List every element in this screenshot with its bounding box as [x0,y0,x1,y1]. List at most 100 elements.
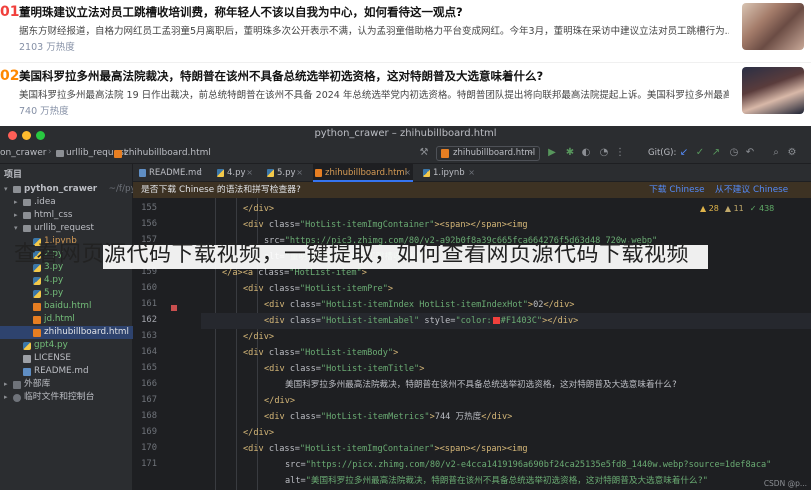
breadcrumb-project[interactable]: on_crawer [0,148,46,158]
tab-4-py[interactable]: 4.py × [215,164,255,182]
tree-item-label: html_css [34,210,73,220]
profile-icon[interactable]: ◔ [598,147,610,159]
project-panel-title[interactable]: 项目 [4,167,22,180]
code-token: 02 [533,300,544,310]
run-icon[interactable]: ▶ [546,147,558,159]
never-suggest-link[interactable]: 从不建议 Chinese [715,182,788,198]
tree-item[interactable]: ▸ .idea [0,196,133,209]
markdown-file-icon [23,368,31,376]
hot-list-item[interactable]: 02 美国科罗拉多州最高法院裁决，特朗普在该州不具备总统选举初选资格，这对特朗普… [0,64,811,126]
code-token: class= [289,364,321,374]
tree-item[interactable]: README.md [0,365,133,378]
chevron-down-icon[interactable]: ▾ [4,183,8,196]
library-icon [13,381,21,389]
git-push-icon[interactable]: ↗ [710,147,722,159]
tree-item[interactable]: LICENSE [0,352,133,365]
weak-warning-count: ▲ 11 [724,204,744,213]
html-file-icon [315,169,322,177]
code-token: </div> [243,332,275,342]
tree-item[interactable]: gpt4.py [0,339,133,352]
hot-list-item[interactable]: 01 董明珠建议立法对员工跳槽收培训费，称年轻人不该以自我为中心，如何看待这一观… [0,0,811,62]
code-token: "HotList-itemLabel" [320,316,425,326]
close-tab-icon[interactable]: × [468,164,475,182]
navigation-bar: on_crawer › urllib_request › zhihubillbo… [0,144,811,164]
git-update-icon[interactable]: ↙ [678,147,690,159]
tree-item[interactable]: ▾python_crawer~/f/python_c [0,183,165,196]
hot-item-thumbnail[interactable] [742,67,804,114]
tree-item[interactable]: ▸ 临时文件和控制台 [0,391,133,404]
line-number: 160 [141,283,157,293]
tree-item[interactable]: baidu.html [0,300,133,313]
banner-question: 是否下载 Chinese 的语法和拼写检查器? [141,185,301,195]
tree-item[interactable]: zhihubillboard.html [0,326,133,339]
tree-item[interactable]: jd.html [0,313,133,326]
code-token: </div> [481,412,513,422]
tab-label: 1.ipynb [433,168,465,178]
line-number: 166 [141,379,157,389]
hot-item-title[interactable]: 董明珠建议立法对员工跳槽收培训费，称年轻人不该以自我为中心，如何看待这一观点? [19,4,463,20]
code-token: </div> [543,300,575,310]
git-commit-icon[interactable]: ✓ [694,147,706,159]
python-file-icon [23,342,31,350]
search-everywhere-icon[interactable]: ⌕ [770,147,782,159]
chevron-right-icon[interactable]: ▸ [4,391,8,404]
chevron-right-icon: › [48,147,52,157]
folder-icon [56,150,64,157]
color-swatch-icon [492,317,500,324]
settings-icon[interactable]: ⚙ [786,147,798,159]
code-token: "美国科罗拉多州最高法院裁决，特朗普在该州不具备总统选举初选资格，这对特朗普及大… [305,476,708,486]
chevron-down-icon[interactable]: ▾ [14,222,18,235]
breakpoint-icon[interactable] [171,305,177,311]
chevron-right-icon[interactable]: ▸ [4,378,8,391]
tab-label: 4.py [227,168,246,178]
html-file-icon [441,149,449,158]
inspection-widget[interactable]: ▲ 28 ▲ 11 ✓ 438 [700,204,780,213]
tab-label: README.md [149,168,202,178]
tree-item[interactable]: 4.py [0,274,133,287]
hot-item-title[interactable]: 美国科罗拉多州最高法院裁决，特朗普在该州不具备总统选举初选资格，这对特朗普及大选… [19,68,543,84]
history-icon[interactable]: ◷ [728,147,740,159]
code-line: <div class="HotList-itemTitle"> [201,361,424,377]
tree-item-label: 5.py [44,288,64,298]
code-token: "color: [455,316,492,326]
hammer-build-icon[interactable]: ⚒ [418,147,430,159]
more-actions-icon[interactable]: ⋮ [614,147,626,159]
tree-item[interactable]: ▾ urllib_request [0,222,133,235]
rollback-icon[interactable]: ↶ [744,147,756,159]
tree-item[interactable]: ▸ html_css [0,209,133,222]
line-number: 169 [141,427,157,437]
download-chinese-link[interactable]: 下载 Chinese [649,182,705,198]
tab-5-py[interactable]: 5.py × [265,164,305,182]
code-token: > [419,364,425,374]
debug-icon[interactable]: ✱ [564,147,576,159]
code-token: > [393,348,399,358]
python-file-icon [217,169,224,177]
close-tab-icon[interactable]: × [296,164,303,182]
close-tab-icon[interactable]: × [404,164,411,182]
code-token: </div> [243,428,275,438]
tab-zhihubillboard[interactable]: zhihubillboard.html × [313,164,413,182]
tab-label: 5.py [277,168,296,178]
code-token: ><span></span><img [434,444,528,454]
run-configuration-select[interactable]: zhihubillboard.html ⌄ [436,146,540,161]
html-file-icon [33,303,41,311]
tab-1-ipynb[interactable]: 1.ipynb × [421,164,477,182]
tree-item[interactable]: 5.py [0,287,133,300]
breadcrumb-file[interactable]: zhihubillboard.html [124,148,211,158]
code-token: "HotList-itemImgContainer" [299,444,435,454]
chevron-right-icon[interactable]: ▸ [14,209,18,222]
chevron-right-icon: › [107,147,111,157]
tab-readme[interactable]: README.md × [137,164,205,182]
coverage-icon[interactable]: ◐ [580,147,592,159]
watermark: CSDN @p... [763,479,807,488]
close-tab-icon[interactable]: × [196,164,203,182]
tab-label: zhihubillboard.html [325,168,408,178]
chevron-right-icon[interactable]: ▸ [14,196,18,209]
close-tab-icon[interactable]: × [246,164,253,182]
line-number: 162 [141,315,157,325]
code-line: 美国科罗拉多州最高法院裁决，特朗普在该州不具备总统选举初选资格，这对特朗普及大选… [201,377,677,393]
editor-tabs: README.md × 4.py × 5.py × zhihubillboard… [133,164,811,182]
tree-item-label: README.md [34,366,89,376]
hot-item-thumbnail[interactable] [742,3,804,50]
tree-item[interactable]: ▸ 外部库 [0,378,133,391]
